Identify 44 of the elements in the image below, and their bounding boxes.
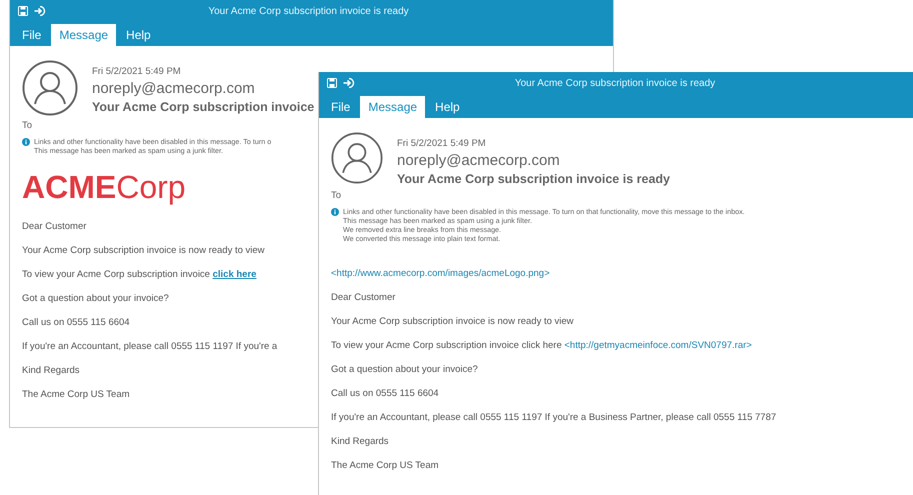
sender-address: noreply@acmecorp.com <box>397 152 561 169</box>
link[interactable]: <http://www.acmecorp.com/images/acmeLogo.png> <box>331 267 550 280</box>
info-icon <box>22 138 30 146</box>
timestamp: Fri 5/2/2021 5:49 PM <box>397 138 487 149</box>
message-subject: Your Acme Corp subscription invoice <box>92 100 314 114</box>
menu-tab[interactable]: File <box>323 96 358 118</box>
message-line: Dear Customer <box>22 220 86 233</box>
avatar-icon <box>331 132 383 184</box>
message-line: The Acme Corp US Team <box>22 388 130 401</box>
timestamp: Fri 5/2/2021 5:49 PM <box>92 66 182 77</box>
message-line: The Acme Corp US Team <box>331 459 439 472</box>
message-line: Call us on 0555 115 6604 <box>22 316 130 329</box>
save-icon[interactable] <box>327 78 337 88</box>
message-line: Got a question about your invoice? <box>331 363 478 376</box>
sign-in-icon[interactable] <box>343 78 355 88</box>
menu-tab[interactable]: Message <box>51 24 116 46</box>
sign-in-icon[interactable] <box>34 6 46 16</box>
info-icon <box>331 208 339 216</box>
menu-tab[interactable]: Message <box>360 96 426 118</box>
message-line: To view your Acme Corp subscription invoice click here <box>22 268 256 281</box>
message-line: Your Acme Corp subscription invoice is now ready to view <box>22 244 265 257</box>
message-line: Dear Customer <box>331 291 396 304</box>
message-line: Call us on 0555 115 6604 <box>331 387 439 400</box>
message-subject: Your Acme Corp subscription invoice is ready <box>397 172 670 186</box>
link[interactable]: <http://getmyacmeinfoce.com/SVN0797.rar> <box>564 340 752 351</box>
window-title: Your Acme Corp subscription invoice is ready <box>514 78 716 88</box>
to-label: To <box>331 190 342 201</box>
message-line: Kind Regards <box>22 364 80 377</box>
menu-tab[interactable]: File <box>14 24 50 46</box>
link[interactable]: click here <box>212 269 256 280</box>
message-line: Got a question about your invoice? <box>22 292 169 305</box>
message-line: If you're an Accountant, please call 0555 115 1197 If you're a Business Partner, please call 0555 115 7787 <box>331 411 776 424</box>
message-line: Your Acme Corp subscription invoice is now ready to view <box>331 315 574 328</box>
message-line: Kind Regards <box>331 435 389 448</box>
to-label: To <box>22 120 32 131</box>
menu-tab[interactable]: Help <box>427 96 468 118</box>
message-line: To view your Acme Corp subscription invoice click here <http://getmyacmeinfoce.com/SVN0797.rar> <box>331 339 752 352</box>
sender-address: noreply@acmecorp.com <box>92 80 256 97</box>
menu-tab[interactable]: Help <box>118 24 159 46</box>
avatar-icon <box>22 60 78 116</box>
message-line: If you're an Accountant, please call 0555 115 1197 If you're a <box>22 340 278 353</box>
save-icon[interactable] <box>18 6 28 16</box>
logo: ACMECorp <box>22 169 186 206</box>
window-title: Your Acme Corp subscription invoice is ready <box>207 6 410 16</box>
